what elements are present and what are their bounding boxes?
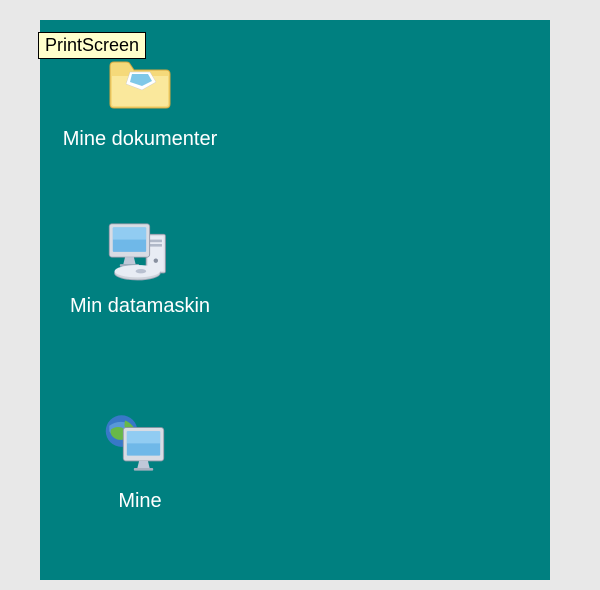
- desktop-icon-my-computer[interactable]: Min datamaskin: [40, 215, 240, 318]
- desktop-icon-my-network[interactable]: Mine: [40, 410, 240, 513]
- computer-icon: [104, 215, 176, 287]
- icon-label: Min datamaskin: [40, 295, 240, 318]
- desktop-icon-my-documents[interactable]: Mine dokumenter: [40, 48, 240, 151]
- icon-label: Mine dokumenter: [40, 128, 240, 151]
- desktop-background[interactable]: Mine dokumenter Min datamaskin: [40, 20, 550, 580]
- icon-label: Mine: [40, 490, 240, 513]
- tooltip: PrintScreen: [38, 32, 146, 59]
- tooltip-text: PrintScreen: [45, 35, 139, 55]
- network-icon: [104, 410, 176, 482]
